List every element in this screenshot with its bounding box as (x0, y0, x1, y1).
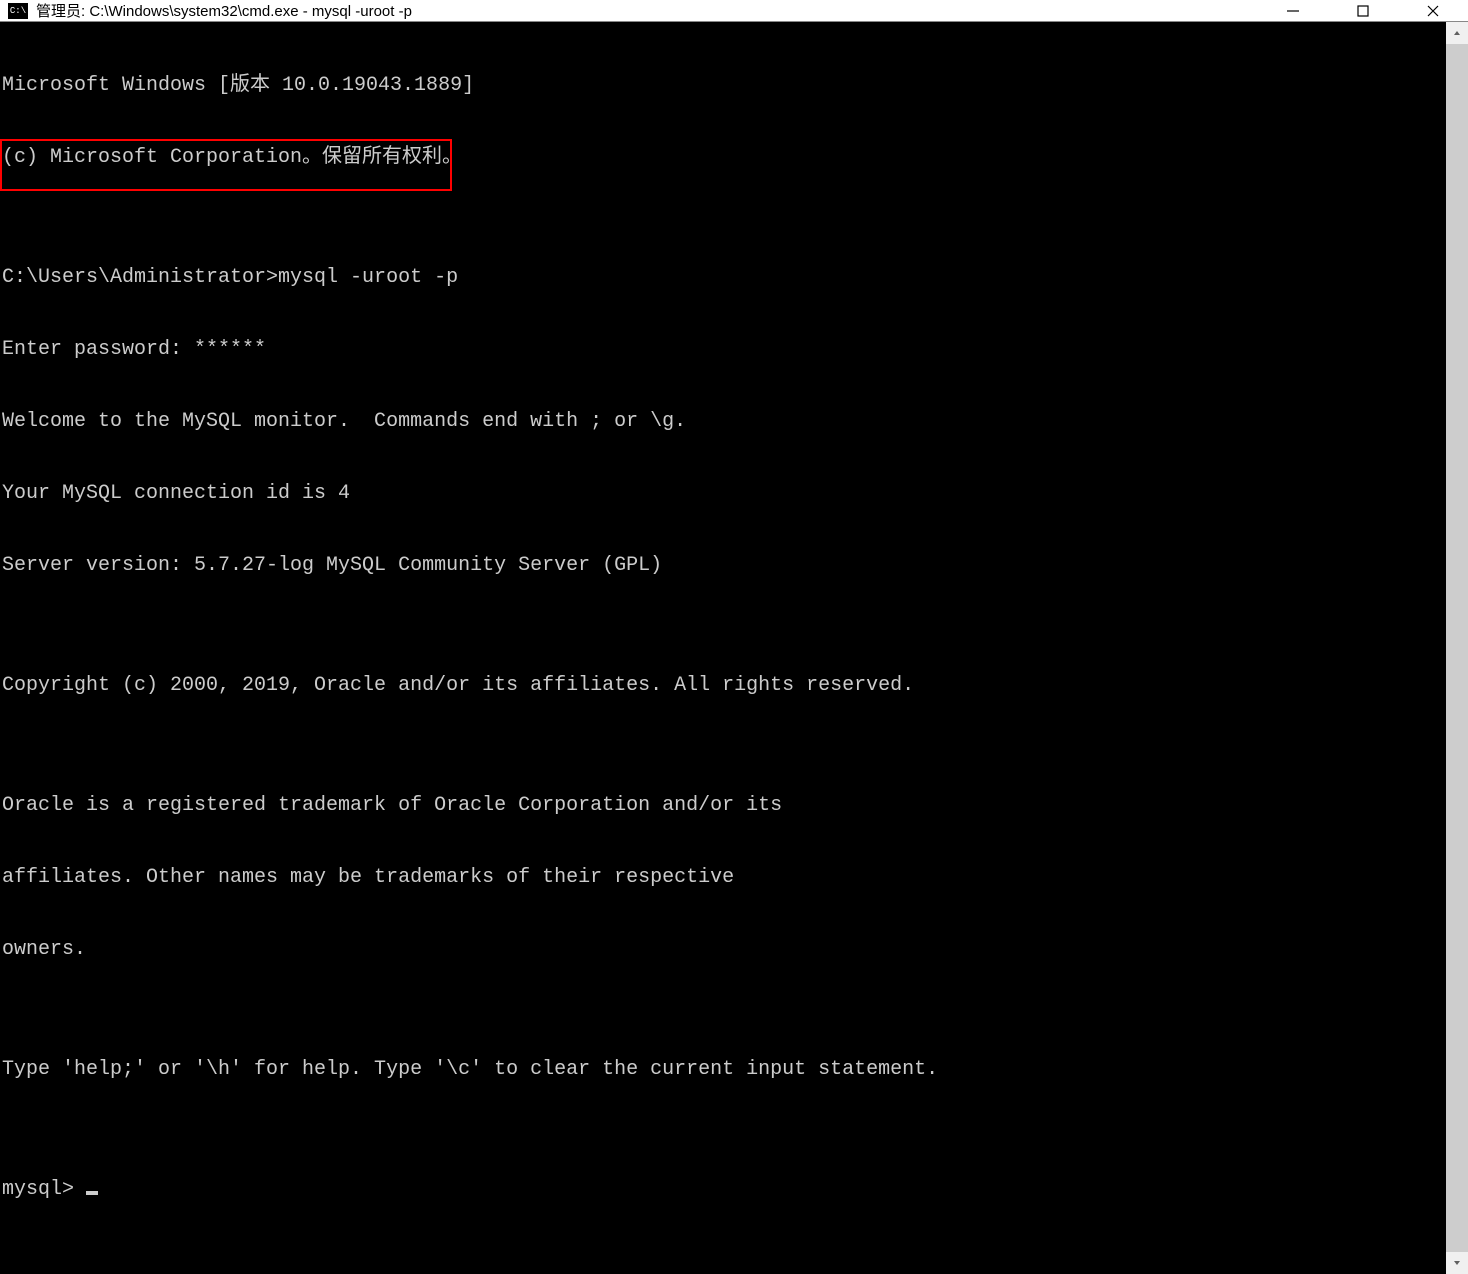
minimize-button[interactable] (1258, 0, 1328, 21)
close-button[interactable] (1398, 0, 1468, 21)
scrollbar-thumb[interactable] (1446, 44, 1468, 1252)
window-titlebar: C:\ 管理员: C:\Windows\system32\cmd.exe - m… (0, 0, 1468, 22)
terminal-line: Copyright (c) 2000, 2019, Oracle and/or … (2, 674, 1446, 698)
cursor-icon (86, 1191, 98, 1195)
terminal-line: Your MySQL connection id is 4 (2, 482, 1446, 506)
terminal-line: Oracle is a registered trademark of Orac… (2, 794, 1446, 818)
terminal-line: Enter password: ****** (2, 338, 1446, 362)
terminal-line: C:\Users\Administrator>mysql -uroot -p (2, 266, 1446, 290)
scrollbar-track[interactable] (1446, 44, 1468, 1252)
terminal-line: Type 'help;' or '\h' for help. Type '\c'… (2, 1058, 1446, 1082)
terminal-line: Welcome to the MySQL monitor. Commands e… (2, 410, 1446, 434)
cmd-icon: C:\ (8, 3, 28, 19)
terminal-line: affiliates. Other names may be trademark… (2, 866, 1446, 890)
scroll-down-button[interactable] (1446, 1252, 1468, 1274)
terminal-prompt-line: mysql> (2, 1178, 1446, 1202)
terminal-line: Microsoft Windows [版本 10.0.19043.1889] (2, 74, 1446, 98)
terminal-line: owners. (2, 938, 1446, 962)
terminal-line: Server version: 5.7.27-log MySQL Communi… (2, 554, 1446, 578)
terminal-content[interactable]: Microsoft Windows [版本 10.0.19043.1889] (… (0, 22, 1446, 1274)
window-title: 管理员: C:\Windows\system32\cmd.exe - mysql… (36, 0, 1258, 21)
terminal-area: Microsoft Windows [版本 10.0.19043.1889] (… (0, 22, 1468, 1274)
terminal-line: (c) Microsoft Corporation。保留所有权利。 (2, 146, 1446, 170)
mysql-prompt: mysql> (2, 1178, 86, 1201)
scroll-up-button[interactable] (1446, 22, 1468, 44)
window-controls (1258, 0, 1468, 21)
maximize-button[interactable] (1328, 0, 1398, 21)
vertical-scrollbar[interactable] (1446, 22, 1468, 1274)
